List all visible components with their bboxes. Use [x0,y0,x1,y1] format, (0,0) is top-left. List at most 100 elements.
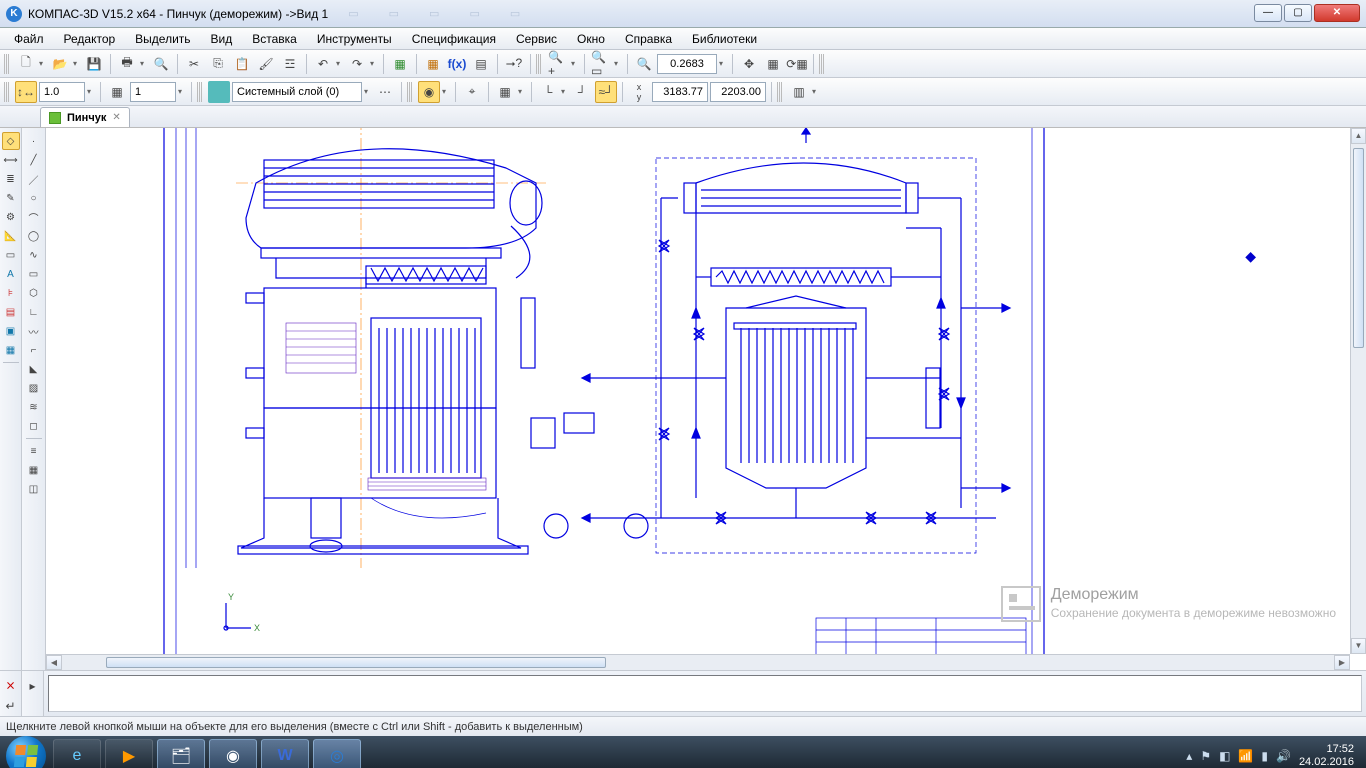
scroll-thumb-v[interactable] [1353,148,1364,348]
variables-button[interactable]: ▦ [422,53,444,75]
segment-tool-button[interactable]: ／ [25,170,43,188]
zoom-out-button[interactable]: 🔍 [633,53,655,75]
show-all-button[interactable]: ▦ [762,53,784,75]
maximize-button[interactable]: ▢ [1284,4,1312,22]
tray-volume-icon[interactable]: 🔊 [1276,749,1291,763]
circle-tool-button[interactable]: ○ [25,189,43,207]
redo-dropdown[interactable]: ▾ [370,59,378,68]
ortho-ucs-button[interactable]: └ [537,81,559,103]
tab-close-icon[interactable]: ✕ [112,112,120,123]
drawing-canvas[interactable]: Y X Деморежим Сохранение документа в дем… [46,128,1366,670]
round-button[interactable]: ≈┘ [595,81,617,103]
auto-create-button[interactable]: ↵ [0,697,22,717]
menu-insert[interactable]: Вставка [242,30,307,48]
new-doc-dropdown[interactable]: ▾ [39,59,47,68]
layer-select[interactable] [232,82,362,102]
undo-button[interactable]: ↶ [312,53,334,75]
start-button[interactable] [6,736,46,768]
layer-color-swatch[interactable] [208,81,230,103]
arc-tool-button[interactable]: ⌒ [25,208,43,226]
menu-libs[interactable]: Библиотеки [682,30,767,48]
calculator-button[interactable]: ▤ [470,53,492,75]
toolbar-grip[interactable] [4,82,10,102]
tray-network-icon[interactable]: 📶 [1238,749,1253,763]
layer-manager-button[interactable]: ⋯ [374,81,396,103]
properties-button[interactable]: ☲ [279,53,301,75]
edit-panel-button[interactable]: ✎ [2,189,20,207]
spline-tool-button[interactable]: ∿ [25,246,43,264]
save-button[interactable]: 💾 [83,53,105,75]
task-media[interactable]: ▶ [105,739,153,768]
menu-help[interactable]: Справка [615,30,682,48]
task-word[interactable]: W [261,739,309,768]
vertical-scrollbar[interactable]: ▲ ▼ [1350,128,1366,654]
copy-button[interactable]: ⎘ [207,53,229,75]
zoom-fit-dropdown[interactable]: ▾ [614,59,622,68]
horizontal-scrollbar[interactable]: ◀ ▶ [46,654,1350,670]
chamfer-tool-button[interactable]: ◣ [25,360,43,378]
step-dropdown[interactable]: ▾ [178,87,186,96]
document-tab[interactable]: Пинчук ✕ [40,107,130,127]
constructs-panel-button[interactable]: ▦ [2,341,20,359]
spec-panel-button[interactable]: ⊧ [2,284,20,302]
polyline-tool-button[interactable]: ∟ [25,303,43,321]
help-pointer-button[interactable]: ⭢? [503,53,525,75]
scroll-left-arrow[interactable]: ◀ [46,655,62,670]
rect-tool-button[interactable]: ▭ [25,265,43,283]
point-tool-button[interactable]: · [25,132,43,150]
zoom-value-dropdown[interactable]: ▾ [719,59,727,68]
aux-line-tool-button[interactable]: ╱ [25,151,43,169]
print-dropdown[interactable]: ▾ [140,59,148,68]
geometry-panel-button[interactable]: ◇ [2,132,20,150]
scale-input[interactable] [39,82,85,102]
views-manage-button[interactable]: ▥ [788,81,810,103]
toolbar-grip[interactable] [536,54,542,74]
scroll-thumb-h[interactable] [106,657,606,668]
notes-panel-button[interactable]: ≣ [2,170,20,188]
toolbar-grip[interactable] [777,82,783,102]
library-manager-button[interactable]: ▦ [389,53,411,75]
undo-dropdown[interactable]: ▾ [336,59,344,68]
extra-tool-2[interactable]: ▦ [25,461,43,479]
cut-button[interactable]: ✂ [183,53,205,75]
print-preview-button[interactable]: 🔍 [150,53,172,75]
views-dropdown[interactable]: ▾ [812,87,820,96]
scale-dropdown[interactable]: ▾ [87,87,95,96]
tray-battery-icon[interactable]: ▮ [1261,749,1268,763]
menu-file[interactable]: Файл [4,30,54,48]
tray-action-center-icon[interactable]: ◧ [1219,749,1230,763]
equidistant-tool-button[interactable]: ≋ [25,398,43,416]
task-kompas[interactable]: ◎ [313,739,361,768]
grid-button[interactable]: ▦ [494,81,516,103]
polygon-tool-button[interactable]: ⬡ [25,284,43,302]
scroll-down-arrow[interactable]: ▼ [1351,638,1366,654]
menu-view[interactable]: Вид [201,30,243,48]
extra-tool-1[interactable]: ≡ [25,442,43,460]
layer-dropdown[interactable]: ▾ [364,87,372,96]
contour-tool-button[interactable]: ◻ [25,417,43,435]
grid-dropdown[interactable]: ▾ [518,87,526,96]
scroll-right-arrow[interactable]: ▶ [1334,655,1350,670]
ellipse-tool-button[interactable]: ◯ [25,227,43,245]
menu-window[interactable]: Окно [567,30,615,48]
zoom-fit-button[interactable]: 🔍▭ [590,53,612,75]
task-explorer[interactable]: 🗂 [157,739,205,768]
menu-editor[interactable]: Редактор [54,30,126,48]
scroll-up-arrow[interactable]: ▲ [1351,128,1366,144]
menu-tools[interactable]: Инструменты [307,30,402,48]
toolbar-grip[interactable] [197,82,203,102]
menu-select[interactable]: Выделить [125,30,200,48]
bezier-tool-button[interactable]: 〰 [25,322,43,340]
redraw-button[interactable]: ⟳▦ [786,53,808,75]
select-panel-button[interactable]: ▭ [2,246,20,264]
tray-show-hidden-icon[interactable]: ▴ [1186,749,1192,763]
stop-command-button[interactable]: ⨯ [0,675,22,695]
parameter-input-area[interactable] [48,675,1362,712]
minimize-button[interactable]: — [1254,4,1282,22]
snap-dropdown[interactable]: ▾ [442,87,450,96]
toolbar-grip[interactable] [4,54,10,74]
reports-panel-button[interactable]: ▤ [2,303,20,321]
fillet-tool-button[interactable]: ⌐ [25,341,43,359]
csys-button[interactable]: ⌖ [461,81,483,103]
tray-clock[interactable]: 17:52 24.02.2016 [1299,743,1354,768]
